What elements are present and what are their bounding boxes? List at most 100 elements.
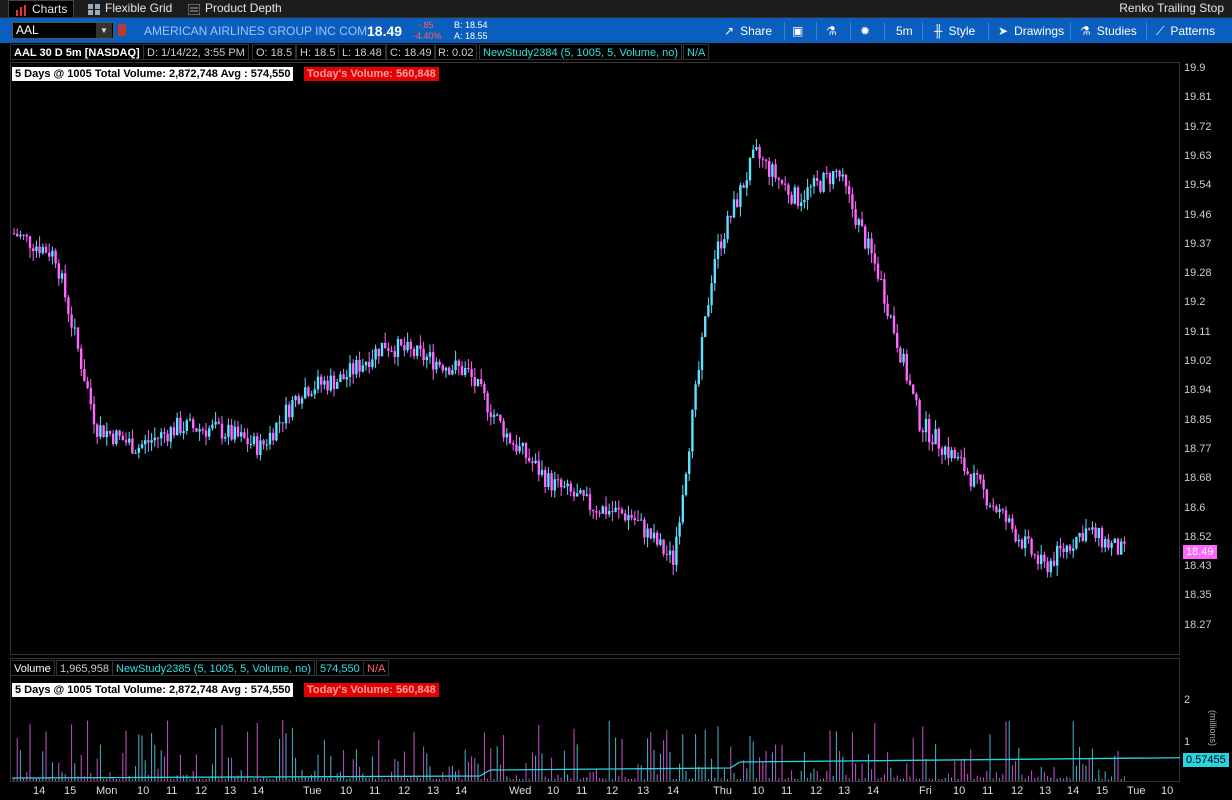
candle-body <box>1030 538 1033 555</box>
candle-body <box>300 398 304 404</box>
candle-body <box>576 493 579 497</box>
candle-body <box>540 470 544 475</box>
candle-body <box>227 424 230 437</box>
candle-body <box>326 380 329 391</box>
candle-body <box>649 528 652 539</box>
candle-body <box>1056 545 1059 566</box>
candle-body <box>396 338 400 357</box>
candle-body <box>496 414 499 416</box>
candle-body <box>217 421 220 424</box>
candle-body <box>99 425 102 437</box>
candle-body <box>1065 545 1068 553</box>
candle-body <box>1088 528 1091 530</box>
candle-body <box>620 509 624 514</box>
candle-body <box>16 233 19 237</box>
candle-body <box>598 512 601 514</box>
candle-body <box>982 479 985 490</box>
candle-body <box>172 427 176 436</box>
candle-body <box>806 187 809 200</box>
candle-body <box>268 432 272 445</box>
candle-body <box>771 164 774 177</box>
candle-body <box>819 181 822 192</box>
candle-body <box>944 446 947 455</box>
candle-body <box>851 194 854 210</box>
candle-body <box>924 418 928 433</box>
candle-body <box>80 348 83 369</box>
candle-body <box>35 246 38 251</box>
candle-body <box>1072 548 1075 551</box>
candle-body <box>428 352 432 357</box>
candle-body <box>224 436 227 439</box>
candle-body <box>121 435 124 441</box>
candle-body <box>393 351 396 357</box>
candle-body <box>406 341 409 351</box>
candle-body <box>361 365 364 372</box>
candle-body <box>633 517 636 520</box>
candle-body <box>44 246 48 253</box>
candle-body <box>384 342 387 349</box>
candle-body <box>457 360 460 366</box>
candle-body <box>601 506 604 514</box>
candle-body <box>630 515 633 518</box>
candle-body <box>883 279 886 304</box>
candle-body <box>723 239 726 249</box>
candle-body <box>483 384 486 394</box>
candle-body <box>1094 527 1097 538</box>
candle-body <box>486 393 489 413</box>
candle-body <box>700 336 704 370</box>
candle-body <box>505 433 508 438</box>
candle-body <box>185 420 188 432</box>
candle-body <box>83 368 86 382</box>
candle-body <box>492 414 496 418</box>
candle-body <box>828 173 832 185</box>
candle-body <box>265 444 268 446</box>
candle-body <box>70 314 73 328</box>
candle-body <box>998 509 1001 513</box>
candle-body <box>665 553 668 555</box>
candle-body <box>742 185 745 188</box>
candle-body <box>169 427 172 442</box>
candle-body <box>752 149 755 159</box>
candle-body <box>358 359 361 372</box>
candle-body <box>102 425 105 438</box>
candle-body <box>979 474 982 480</box>
candle-body <box>518 446 521 452</box>
candle-body <box>800 202 803 206</box>
candle-body <box>281 422 284 424</box>
candle-body <box>1043 554 1046 562</box>
candle-body <box>739 185 742 207</box>
candle-body <box>531 461 534 464</box>
candle-body <box>675 536 678 565</box>
candle-body <box>240 432 243 437</box>
candle-body <box>921 430 924 433</box>
candle-body <box>419 345 422 349</box>
candle-body <box>860 219 864 227</box>
candle-body <box>1059 545 1062 549</box>
candle-body <box>761 158 764 160</box>
candle-body <box>972 473 976 487</box>
candle-body <box>627 515 630 521</box>
candle-body <box>336 382 339 389</box>
candle-body <box>588 494 592 510</box>
candle-body <box>118 430 121 436</box>
candle-body <box>272 432 275 441</box>
candle-body <box>54 250 57 264</box>
candle-body <box>854 209 857 225</box>
candle-body <box>387 348 390 351</box>
candle-body <box>380 342 384 357</box>
candle-body <box>342 374 345 380</box>
candle-body <box>755 146 758 150</box>
candle-body <box>604 506 608 515</box>
candle-body <box>112 433 115 445</box>
candle-body <box>582 490 585 496</box>
candle-body <box>412 348 416 356</box>
candle-body <box>304 387 307 399</box>
candle-body <box>211 424 214 429</box>
candle-body <box>720 241 723 249</box>
candle-body <box>841 174 844 177</box>
candle-body <box>889 315 892 317</box>
candle-body <box>188 419 192 421</box>
candle-body <box>832 171 835 185</box>
candle-body <box>969 474 972 487</box>
candle-body <box>416 345 419 356</box>
